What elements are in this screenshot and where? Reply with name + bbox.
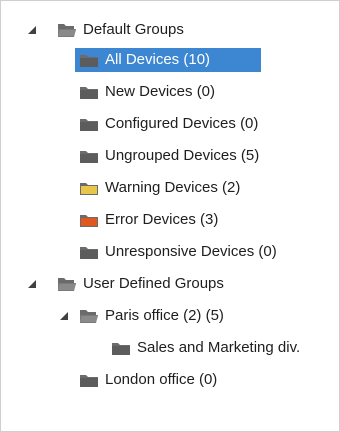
tree-node-label: All Devices (10) [105, 51, 211, 68]
folder-icon [79, 372, 99, 388]
tree-node-unresponsive-devices[interactable]: Unresponsive Devices (0) [79, 240, 281, 264]
tree-node-label: Ungrouped Devices (5) [105, 147, 260, 164]
tree-node-label: Unresponsive Devices (0) [105, 243, 277, 260]
tree-node-default-groups[interactable]: Default Groups [57, 18, 188, 42]
folder-icon [79, 116, 99, 132]
folder-icon [79, 244, 99, 260]
tree-node-label: User Defined Groups [83, 275, 224, 292]
device-group-tree: Default Groups All Devices (10) New Devi… [0, 0, 340, 432]
collapse-arrow-icon[interactable] [59, 311, 69, 321]
folder-open-icon [57, 276, 77, 292]
tree-node-label: Error Devices (3) [105, 211, 219, 228]
collapse-arrow-icon[interactable] [27, 25, 37, 35]
tree-node-label: London office (0) [105, 371, 218, 388]
folder-icon [79, 84, 99, 100]
tree-node-error-devices[interactable]: Error Devices (3) [79, 208, 222, 232]
tree-node-london-office[interactable]: London office (0) [79, 368, 221, 392]
folder-warning-icon [79, 180, 99, 196]
tree-node-sales-and-marketing[interactable]: Sales and Marketing div. [111, 336, 304, 360]
folder-icon [111, 340, 131, 356]
folder-open-icon [57, 22, 77, 38]
tree-node-label: Paris office (2) (5) [105, 307, 224, 324]
tree-node-new-devices[interactable]: New Devices (0) [79, 80, 219, 104]
folder-open-icon [79, 308, 99, 324]
tree-node-label: Sales and Marketing div. [137, 339, 301, 356]
tree-node-label: Default Groups [83, 21, 184, 38]
tree-node-user-defined-groups[interactable]: User Defined Groups [57, 272, 228, 296]
tree-node-label: Configured Devices (0) [105, 115, 259, 132]
tree-node-all-devices[interactable]: All Devices (10) [75, 48, 261, 72]
folder-icon [79, 52, 99, 68]
collapse-arrow-icon[interactable] [27, 279, 37, 289]
tree-node-configured-devices[interactable]: Configured Devices (0) [79, 112, 262, 136]
folder-error-icon [79, 212, 99, 228]
folder-icon [79, 148, 99, 164]
tree-node-ungrouped-devices[interactable]: Ungrouped Devices (5) [79, 144, 263, 168]
tree-node-warning-devices[interactable]: Warning Devices (2) [79, 176, 244, 200]
tree-node-label: Warning Devices (2) [105, 179, 241, 196]
tree-node-paris-office[interactable]: Paris office (2) (5) [79, 304, 228, 328]
tree-node-label: New Devices (0) [105, 83, 216, 100]
